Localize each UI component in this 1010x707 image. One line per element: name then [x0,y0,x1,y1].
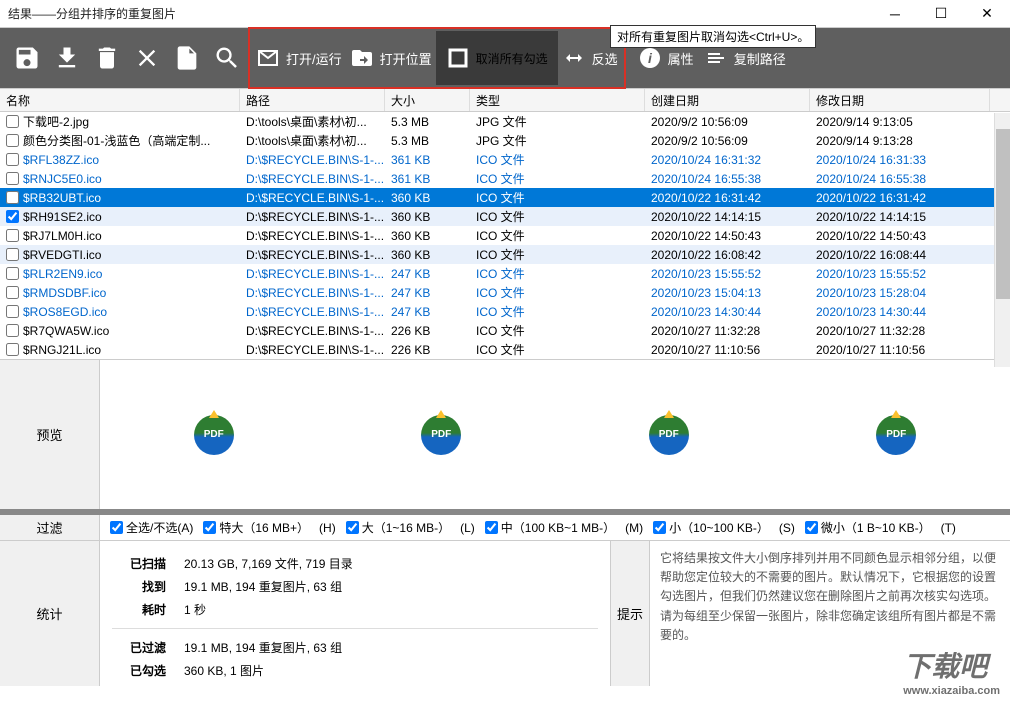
filter-tiny[interactable]: 微小（1 B~10 KB-） [805,519,931,536]
col-type-header[interactable]: 类型 [470,89,645,111]
row-checkbox[interactable] [6,172,19,185]
table-row[interactable]: 颜色分类图-01-浅蓝色（高端定制...D:\tools\桌面\素材\初...5… [0,131,1010,150]
row-checkbox[interactable] [6,248,19,261]
copy-path-label: 复制路径 [734,49,786,68]
preview-label: 预览 [0,360,100,509]
row-checkbox[interactable] [6,305,19,318]
pdf-icon: PDF [649,415,689,455]
scrollbar-thumb[interactable] [996,129,1010,299]
col-path-header[interactable]: 路径 [240,89,385,111]
stats-label: 统计 [0,541,100,686]
open-run-label: 打开/运行 [286,49,342,68]
filter-label: 过滤 [0,515,100,540]
table-row[interactable]: $RMDSDBF.icoD:\$RECYCLE.BIN\S-1-...247 K… [0,283,1010,302]
filter-large[interactable]: 大（1~16 MB-） [346,519,450,536]
row-checkbox[interactable] [6,191,19,204]
table-row[interactable]: $R7QWA5W.icoD:\$RECYCLE.BIN\S-1-...226 K… [0,321,1010,340]
preview-section: 预览 PDF PDF PDF PDF [0,359,1010,509]
open-run-button[interactable]: 打开/运行 [252,34,346,82]
deselect-all-button[interactable]: 取消所有勾选 [436,31,558,85]
file-list: 下载吧-2.jpgD:\tools\桌面\素材\初...5.3 MBJPG 文件… [0,112,1010,359]
tooltip: 对所有重复图片取消勾选<Ctrl+U>。 [610,25,816,48]
col-size-header[interactable]: 大小 [385,89,470,111]
row-checkbox[interactable] [6,115,19,128]
highlighted-toolbar-group: 打开/运行 打开位置 取消所有勾选 反选 [248,27,626,89]
filter-xl[interactable]: 特大（16 MB+） [203,519,309,536]
filter-small[interactable]: 小（10~100 KB-） [653,519,769,536]
preview-cell: PDF [100,360,328,509]
delete-icon[interactable] [88,34,126,82]
preview-cell: PDF [555,360,783,509]
remove-icon[interactable] [128,34,166,82]
open-location-button[interactable]: 打开位置 [346,34,436,82]
col-created-header[interactable]: 创建日期 [645,89,810,111]
titlebar: 结果——分组并排序的重复图片 ─ ☐ ✕ [0,0,1010,28]
table-row[interactable]: $RLR2EN9.icoD:\$RECYCLE.BIN\S-1-...247 K… [0,264,1010,283]
table-row[interactable]: $RJ7LM0H.icoD:\$RECYCLE.BIN\S-1-...360 K… [0,226,1010,245]
row-checkbox[interactable] [6,324,19,337]
row-checkbox[interactable] [6,229,19,242]
close-button[interactable]: ✕ [964,0,1010,28]
table-row[interactable]: $ROS8EGD.icoD:\$RECYCLE.BIN\S-1-...247 K… [0,302,1010,321]
properties-label: 属性 [668,49,694,68]
maximize-button[interactable]: ☐ [918,0,964,28]
pdf-icon: PDF [194,415,234,455]
preview-cell: PDF [783,360,1010,509]
table-row[interactable]: $RVEDGTI.icoD:\$RECYCLE.BIN\S-1-...360 K… [0,245,1010,264]
file-icon[interactable] [168,34,206,82]
filter-medium[interactable]: 中（100 KB~1 MB-） [485,519,615,536]
row-checkbox[interactable] [6,286,19,299]
filter-section: 过滤 全选/不选(A) 特大（16 MB+） (H) 大（1~16 MB-） (… [0,515,1010,541]
deselect-all-label: 取消所有勾选 [476,50,548,67]
minimize-button[interactable]: ─ [872,0,918,28]
table-row[interactable]: $RNGJ21L.icoD:\$RECYCLE.BIN\S-1-...226 K… [0,340,1010,359]
open-location-label: 打开位置 [380,49,432,68]
row-checkbox[interactable] [6,267,19,280]
stats-content: 已扫描20.13 GB, 7,169 文件, 719 目录 找到19.1 MB,… [100,541,610,686]
table-row[interactable]: $RFL38ZZ.icoD:\$RECYCLE.BIN\S-1-...361 K… [0,150,1010,169]
pdf-icon: PDF [421,415,461,455]
col-name-header[interactable]: 名称 [0,89,240,111]
row-checkbox[interactable] [6,153,19,166]
pdf-icon: PDF [876,415,916,455]
watermark: 下载吧 www.xiazaiba.com [903,645,1000,697]
toolbar: 打开/运行 打开位置 取消所有勾选 反选 i 属性 复制路径 [0,28,1010,88]
save-icon[interactable] [8,34,46,82]
download-icon[interactable] [48,34,86,82]
table-row[interactable]: $RNJC5E0.icoD:\$RECYCLE.BIN\S-1-...361 K… [0,169,1010,188]
table-row[interactable]: 下载吧-2.jpgD:\tools\桌面\素材\初...5.3 MBJPG 文件… [0,112,1010,131]
tips-label: 提示 [610,541,650,686]
vertical-scrollbar[interactable] [994,113,1010,367]
table-row[interactable]: $RH91SE2.icoD:\$RECYCLE.BIN\S-1-...360 K… [0,207,1010,226]
preview-cell: PDF [328,360,556,509]
row-checkbox[interactable] [6,343,19,356]
column-headers: 名称 路径 大小 类型 创建日期 修改日期 [0,88,1010,112]
row-checkbox[interactable] [6,134,19,147]
invert-label: 反选 [592,49,618,68]
col-modified-header[interactable]: 修改日期 [810,89,990,111]
search-icon[interactable] [208,34,246,82]
row-checkbox[interactable] [6,210,19,223]
window-title: 结果——分组并排序的重复图片 [0,5,872,22]
bottom-area: 统计 已扫描20.13 GB, 7,169 文件, 719 目录 找到19.1 … [0,541,1010,686]
table-row[interactable]: $RB32UBT.icoD:\$RECYCLE.BIN\S-1-...360 K… [0,188,1010,207]
filter-select-all[interactable]: 全选/不选(A) [110,519,193,536]
